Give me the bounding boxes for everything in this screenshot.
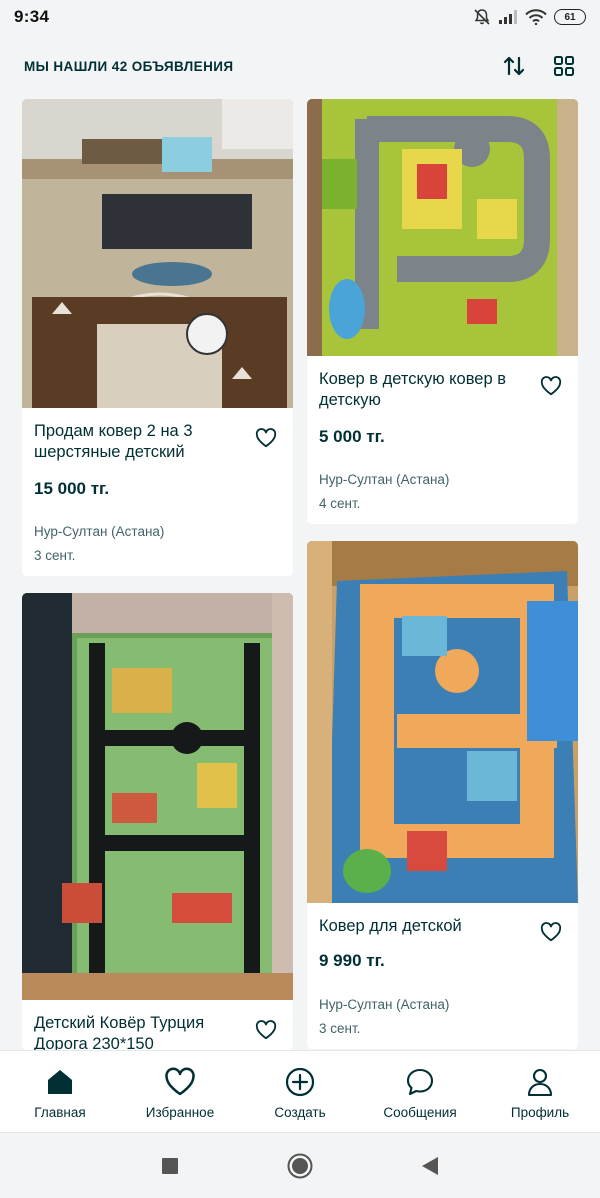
results-count-title: МЫ НАШЛИ 42 ОБЪЯВЛЕНИЯ bbox=[24, 58, 234, 74]
home-system-button[interactable] bbox=[285, 1151, 315, 1181]
battery-level: 61 bbox=[564, 11, 576, 23]
nav-label: Сообщения bbox=[383, 1105, 457, 1120]
back-button[interactable] bbox=[415, 1151, 445, 1181]
battery-indicator: 61 bbox=[554, 9, 586, 25]
favorite-button[interactable] bbox=[538, 919, 564, 945]
heart-icon bbox=[255, 428, 277, 448]
nav-label: Профиль bbox=[510, 1105, 570, 1120]
nav-item-home[interactable]: Главная bbox=[5, 1065, 115, 1120]
listing-photo[interactable] bbox=[307, 99, 578, 356]
status-time: 9:34 bbox=[14, 7, 50, 26]
listing-card[interactable]: Детский Ковёр Турция Дорога 230*150 bbox=[22, 593, 293, 1050]
listing-photo[interactable] bbox=[22, 99, 293, 408]
listing-price: 15 000 тг. bbox=[34, 479, 110, 498]
favorite-button[interactable] bbox=[538, 373, 564, 399]
status-icons: 61 bbox=[473, 8, 586, 26]
heart-icon bbox=[163, 1065, 197, 1099]
header-actions bbox=[500, 52, 578, 80]
listing-title[interactable]: Ковер в детскую ковер в детскую bbox=[319, 369, 530, 411]
home-icon bbox=[43, 1065, 77, 1099]
heart-icon bbox=[255, 1020, 277, 1040]
listing-price: 5 000 тг. bbox=[319, 427, 385, 446]
listing-date: 3 сент. bbox=[34, 548, 76, 563]
listing-location: Нур-Султан (Астана) bbox=[319, 997, 450, 1012]
status-bar: 9:34 61 bbox=[0, 0, 600, 34]
system-navigation-bar bbox=[0, 1132, 600, 1198]
listing-title[interactable]: Ковер для детской bbox=[319, 916, 530, 937]
recents-button[interactable] bbox=[155, 1151, 185, 1181]
results-header: МЫ НАШЛИ 42 ОБЪЯВЛЕНИЯ bbox=[0, 34, 600, 98]
nav-item-profile[interactable]: Профиль bbox=[485, 1065, 595, 1120]
nav-label: Избранное bbox=[145, 1105, 215, 1120]
listing-date: 4 сент. bbox=[319, 496, 361, 511]
listing-title[interactable]: Детский Ковёр Турция Дорога 230*150 bbox=[34, 1013, 245, 1050]
wifi-icon bbox=[525, 9, 547, 25]
chat-icon bbox=[403, 1065, 437, 1099]
grid-view-button[interactable] bbox=[550, 52, 578, 80]
nav-item-create[interactable]: Создать bbox=[245, 1065, 355, 1120]
nav-item-favorites[interactable]: Избранное bbox=[125, 1065, 235, 1120]
listing-date: 3 сент. bbox=[319, 1021, 361, 1036]
listing-photo[interactable] bbox=[307, 541, 578, 903]
grid-icon bbox=[554, 56, 574, 76]
signal-icon bbox=[499, 10, 517, 24]
favorite-button[interactable] bbox=[253, 425, 279, 451]
circle-icon bbox=[287, 1153, 313, 1178]
heart-icon bbox=[540, 376, 562, 396]
listing-location: Нур-Султан (Астана) bbox=[319, 472, 450, 487]
mute-notifications-icon bbox=[474, 9, 490, 25]
nav-label: Главная bbox=[34, 1105, 86, 1120]
nav-item-messages[interactable]: Сообщения bbox=[365, 1065, 475, 1120]
listing-title[interactable]: Продам ковер 2 на 3 шерстяные детский bbox=[34, 421, 245, 463]
listing-photo[interactable] bbox=[22, 593, 293, 1000]
square-icon bbox=[162, 1157, 178, 1174]
listing-card[interactable]: Продам ковер 2 на 3 шерстяные детский 15… bbox=[22, 99, 293, 576]
listing-location: Нур-Султан (Астана) bbox=[34, 524, 165, 539]
sort-button[interactable] bbox=[500, 52, 528, 80]
bottom-navigation: Главная Избранное Создать Сообщения Проф… bbox=[0, 1050, 600, 1132]
heart-icon bbox=[540, 922, 562, 942]
triangle-back-icon bbox=[422, 1156, 438, 1175]
plus-circle-icon bbox=[283, 1065, 317, 1099]
user-icon bbox=[523, 1065, 557, 1099]
nav-label: Создать bbox=[274, 1105, 326, 1120]
sort-arrows-icon bbox=[503, 56, 525, 76]
listing-card[interactable]: Ковер для детской 9 990 тг. Нур-Султан (… bbox=[307, 541, 578, 1049]
favorite-button[interactable] bbox=[253, 1017, 279, 1043]
listing-price: 9 990 тг. bbox=[319, 951, 385, 970]
listing-card[interactable]: Ковер в детскую ковер в детскую 5 000 тг… bbox=[307, 99, 578, 524]
